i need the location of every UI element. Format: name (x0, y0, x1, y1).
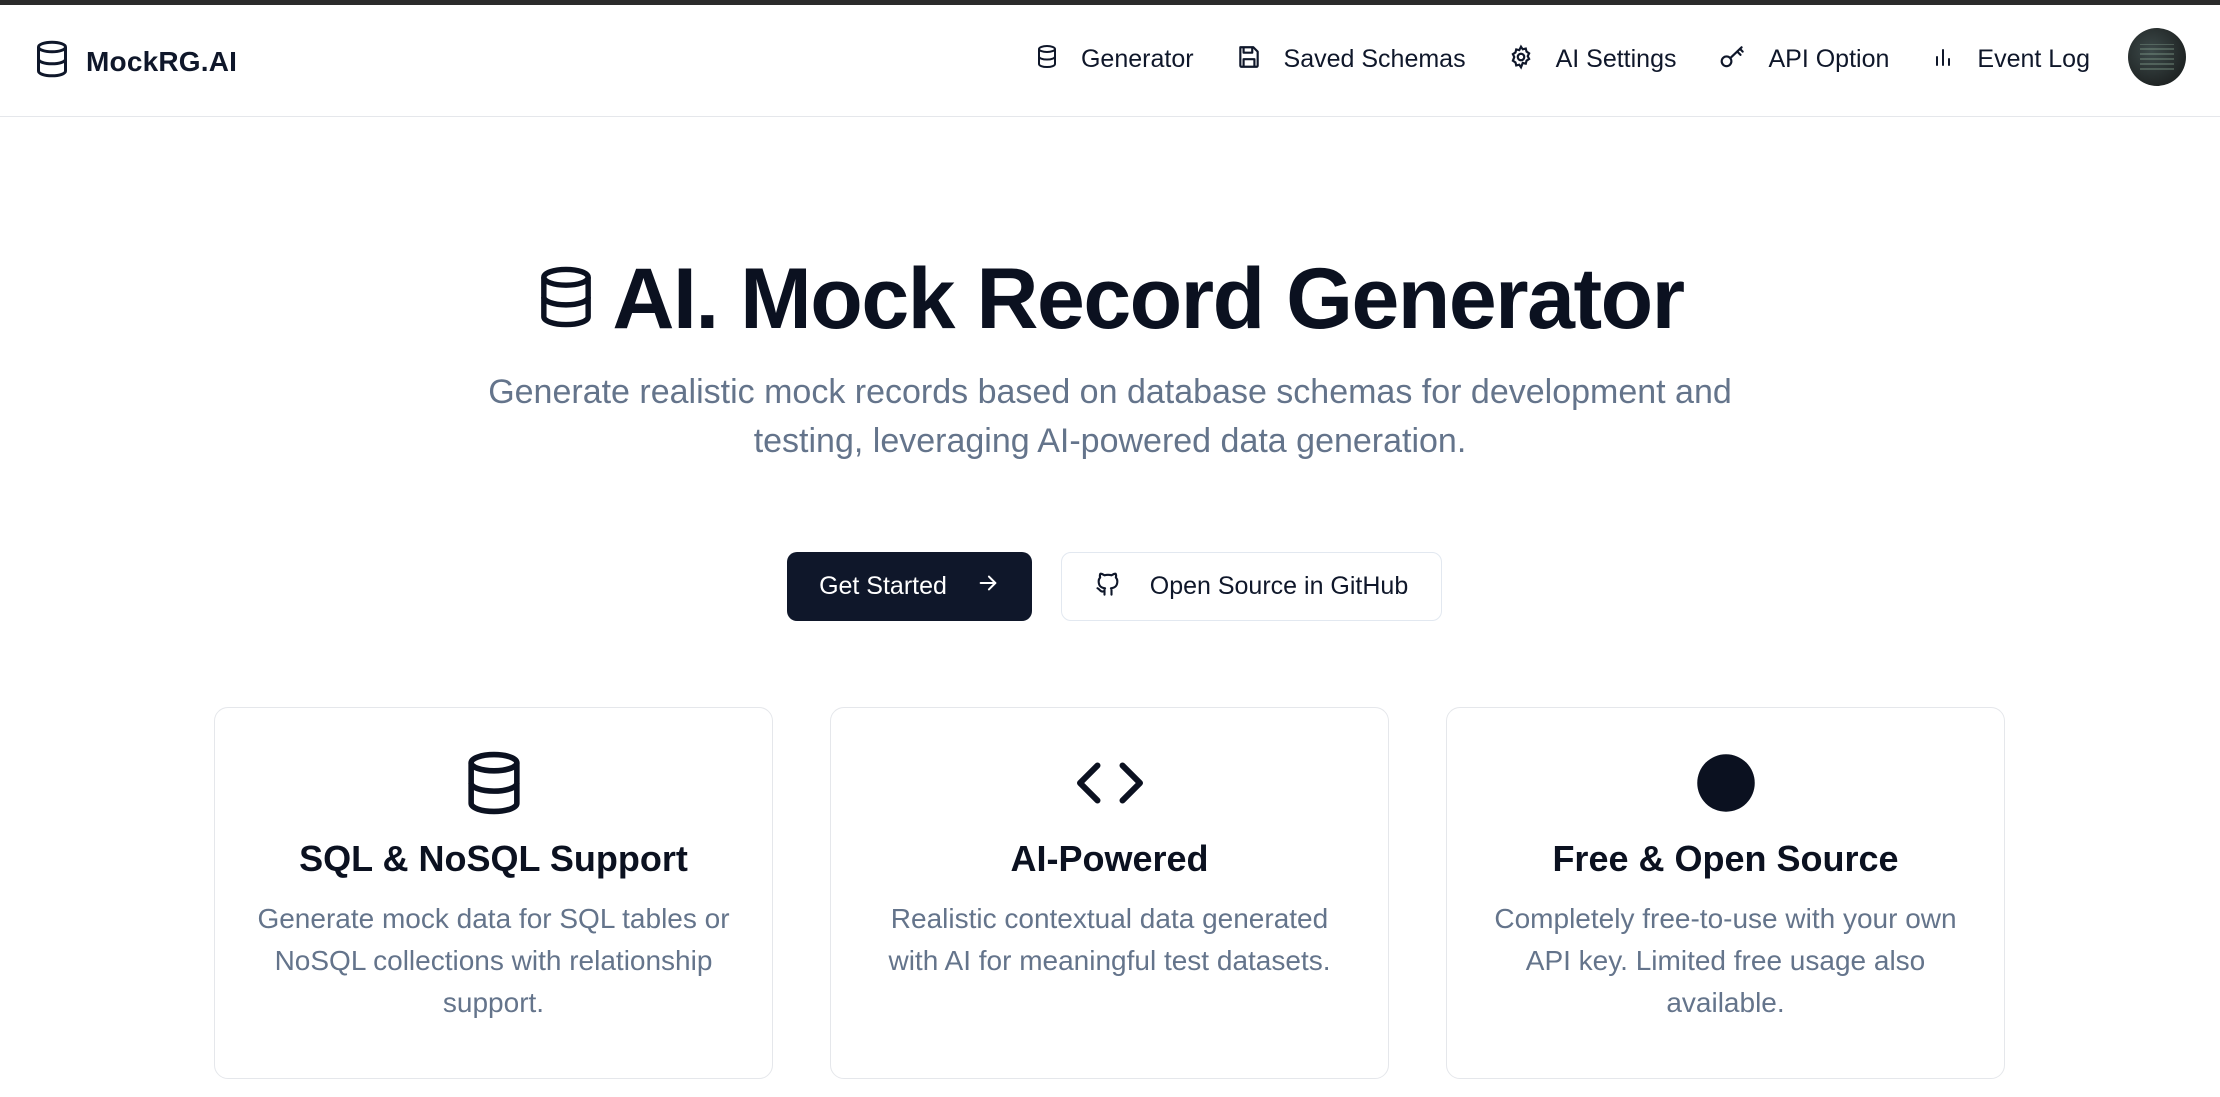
feature-cards: SQL & NoSQL Support Generate mock data f… (214, 707, 2005, 1079)
nav-api-option[interactable]: API Option (1719, 35, 1890, 83)
nav-ai-settings[interactable]: AI Settings (1508, 35, 1677, 83)
database-icon (1035, 44, 1059, 75)
filled-circle-icon (1696, 750, 1756, 816)
feature-title: AI-Powered (1010, 838, 1209, 879)
github-button[interactable]: Open Source in GitHub (1060, 552, 1442, 621)
database-icon (536, 265, 596, 334)
feature-card-ai-powered: AI-Powered Realistic contextual data gen… (830, 707, 1389, 1079)
nav-generator-label: Generator (1080, 44, 1194, 73)
feature-description: Generate mock data for SQL tables or NoS… (257, 903, 730, 1018)
database-icon (34, 39, 70, 84)
arrow-right-icon (977, 572, 999, 601)
feature-card-sql-nosql: SQL & NoSQL Support Generate mock data f… (214, 707, 773, 1079)
brand-logo[interactable]: MockRG.AI (34, 39, 237, 84)
get-started-label: Get Started (819, 572, 947, 600)
feature-title: Free & Open Source (1552, 838, 1899, 879)
github-icon (1094, 569, 1122, 604)
save-icon (1236, 44, 1262, 75)
github-label: Open Source in GitHub (1149, 572, 1409, 600)
feature-description: Completely free-to-use with your own API… (1494, 903, 1957, 1018)
database-icon (463, 750, 525, 816)
page-title: AI. Mock Record Generator (612, 251, 1685, 347)
brand-name: MockRG.AI (86, 45, 238, 77)
bar-chart-icon (1931, 45, 1955, 74)
hero-subtitle: Generate realistic mock records based on… (488, 373, 1732, 460)
main-nav: Generator Saved Schemas AI Settings API … (993, 35, 2090, 83)
nav-ai-settings-label: AI Settings (1555, 44, 1677, 73)
feature-card-free-open-source: Free & Open Source Completely free-to-us… (1446, 707, 2005, 1079)
nav-event-log[interactable]: Event Log (1931, 35, 2090, 83)
hero-heading: AI. Mock Record Generator (0, 250, 2220, 349)
feature-title: SQL & NoSQL Support (299, 838, 688, 879)
nav-saved-schemas[interactable]: Saved Schemas (1236, 35, 1466, 83)
code-icon (1075, 750, 1145, 816)
top-navbar: MockRG.AI Generator Saved Schemas AI Set… (0, 5, 2220, 117)
nav-generator[interactable]: Generator (1035, 35, 1194, 83)
gear-icon (1508, 44, 1534, 75)
nav-api-option-label: API Option (1768, 44, 1890, 73)
nav-saved-schemas-label: Saved Schemas (1283, 44, 1466, 73)
nav-event-log-label: Event Log (1977, 44, 2090, 73)
user-avatar[interactable] (2128, 28, 2186, 86)
feature-description: Realistic contextual data generated with… (888, 903, 1331, 976)
cta-group: Get Started Open Source in GitHub (0, 552, 2220, 621)
get-started-button[interactable]: Get Started (786, 552, 1032, 621)
key-icon (1719, 44, 1747, 75)
